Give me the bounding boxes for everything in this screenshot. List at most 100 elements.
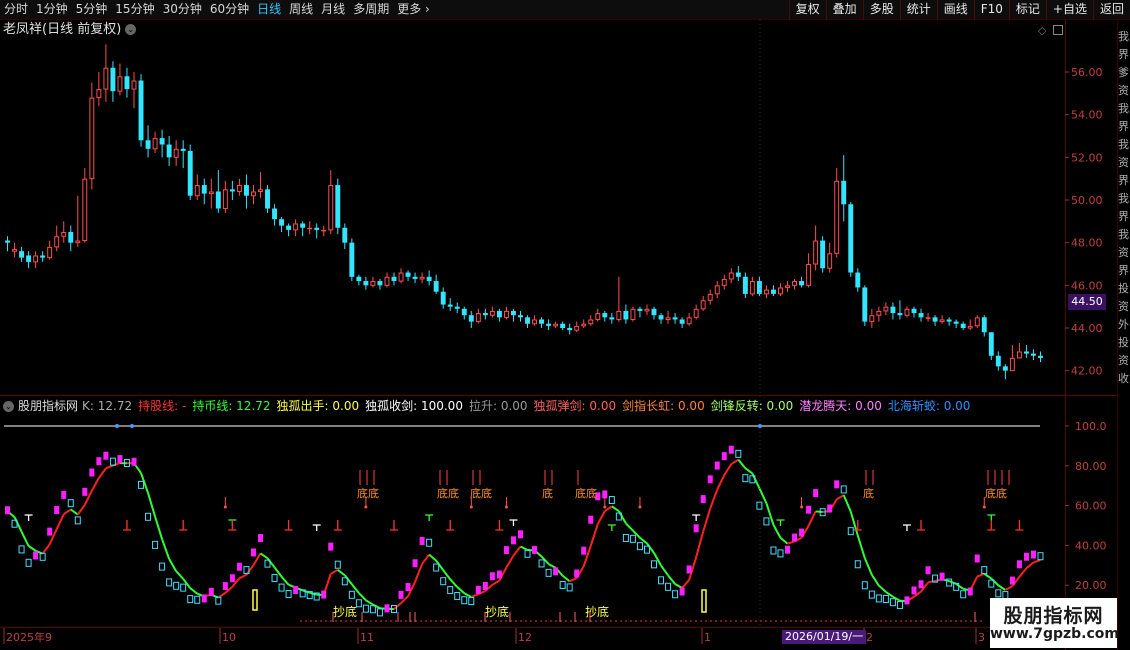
k-bar-up [517,530,523,539]
candle-body [496,310,502,318]
candle-body [532,319,537,325]
hold-line-segment [505,555,515,568]
candle-body [749,281,755,295]
exit-marker [1015,520,1024,531]
candle-body [173,148,179,158]
candle-body [384,276,390,286]
candle-body [19,251,25,258]
candle-body [939,319,945,323]
k-bar-down [39,552,46,561]
bottom-label: 底底 [470,486,492,500]
k-bar-up [785,545,791,554]
k-bar-up [1009,576,1015,585]
indicator-value-4: 独孤收剑: 100.00 [365,399,463,413]
candle-body [419,276,425,280]
cash-line-segment [779,537,789,545]
cash-line-segment [611,505,620,512]
indicator-tick-label: 40.00 [1075,539,1107,552]
hold-line-segment [681,579,690,589]
k-bar-up [250,548,256,557]
candle-body [265,189,270,209]
exit-marker [446,520,455,531]
chevron-down-icon[interactable]: ⌄ [3,401,14,412]
top-pin [115,423,119,428]
candle-body [918,313,924,318]
signal-marker [24,514,33,521]
hold-line-segment [716,474,726,491]
candle-body [869,315,875,323]
k-bar-down [25,558,32,567]
candle-body [117,76,123,92]
cash-line-segment [646,542,655,554]
k-bar-down [369,605,376,614]
k-bar-up [5,506,11,515]
signal-marker [509,519,518,526]
price-tick-label: 50.00 [1071,194,1103,207]
k-bar-up [47,527,53,536]
edge-glyph: 资 [1118,300,1129,313]
edge-glyph: 外 [1118,318,1129,331]
cash-line-segment [815,510,823,513]
k-bar-down [67,499,74,508]
k-bar-down [440,577,447,586]
hold-line-segment [421,554,430,565]
cash-line-segment [863,557,873,576]
hold-line-segment [695,531,705,558]
hold-line-segment [596,510,606,525]
k-bar-down [348,590,355,599]
candle-body [799,281,805,286]
hold-line-segment [589,523,599,547]
k-bar-down [882,595,889,604]
indicator-tick-label: 60.00 [1075,500,1107,513]
k-bar-down [960,590,967,599]
exit-marker [228,520,237,531]
candle-body [33,255,39,263]
k-bar-down [770,546,777,555]
cash-line-segment [372,603,381,610]
k-bar-down [847,527,854,536]
indicator-value-3: 独孤出手: 0.00 [276,399,360,413]
indicator-value-9: 潜龙腾天: 0.00 [799,399,882,413]
candle-body [489,310,495,316]
diamond-icon[interactable]: ◇ [1038,24,1046,37]
candle-body [518,315,523,318]
k-bar-up [1030,550,1036,559]
cash-line-segment [653,552,662,567]
candle-body [609,317,615,320]
k-bar-down [454,591,461,600]
k-bar-up [54,505,60,514]
k-bar-down [672,590,679,599]
cash-line-segment [765,503,775,526]
cash-line-segment [20,531,30,547]
cash-line-segment [870,574,880,587]
panel-maximize-icon[interactable] [1053,25,1063,35]
k-bar-down [566,583,573,592]
candle-body [546,323,552,326]
candle-body [1009,357,1015,372]
candle-body [26,255,32,262]
exit-marker [987,520,996,531]
hold-line-segment [393,602,402,610]
candle-body [454,306,460,309]
candle-body [595,313,601,320]
cash-line-segment [428,553,437,562]
k-bar-down [545,568,552,577]
date-label: 3 [978,631,985,644]
exit-marker [333,520,342,531]
k-bar-down [138,480,145,489]
candle-body [876,310,882,316]
chevron-down-icon[interactable]: ⌄ [125,24,137,35]
k-bar-up [707,475,713,484]
k-bar-up [1016,560,1022,569]
k-bar-up [939,572,945,581]
candle-body [637,308,643,311]
k-bar-down [166,578,173,587]
bottom-label: 底底 [575,486,597,500]
k-bar-down [194,595,201,604]
edge-glyph: 爹 [1118,66,1129,79]
k-bar-up [328,542,334,551]
chart-canvas[interactable]: 56.00 54.00 52.00 50.00 48.00 46.00 44.00 42.00… [0,0,1130,650]
date-label: 11 [360,631,374,644]
candle-body [862,287,868,322]
edge-glyph: 投 [1118,336,1129,349]
